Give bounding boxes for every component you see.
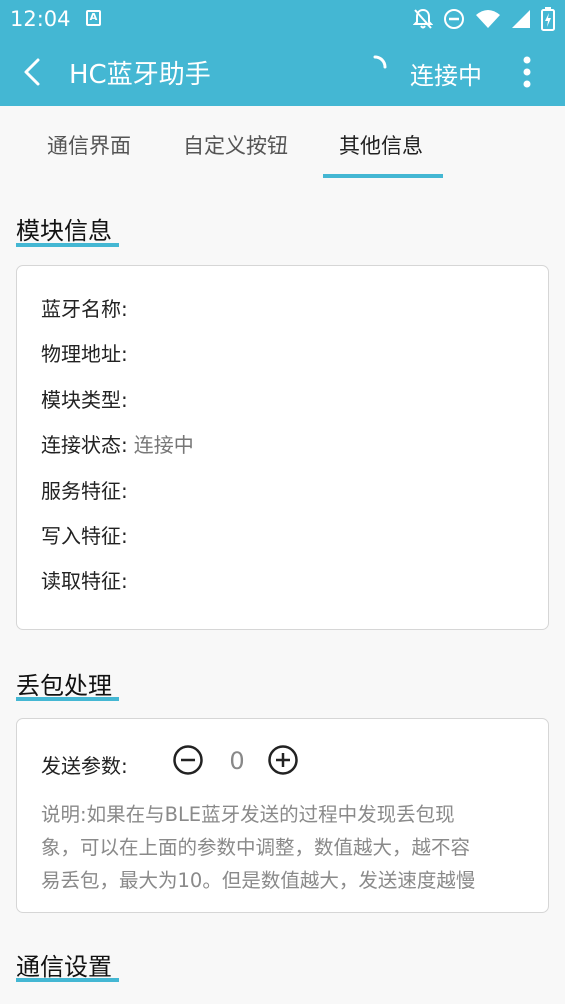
more-vertical-icon [523, 56, 531, 88]
info-label: 物理地址: [41, 342, 128, 366]
comm-settings-underline [16, 978, 119, 982]
minus-circle-icon [173, 745, 203, 775]
app-title: HC蓝牙助手 [69, 60, 211, 90]
info-row-service-characteristic: 服务特征: [41, 475, 134, 504]
app-bar: HC蓝牙助手 连接中 [0, 38, 565, 106]
info-row-connection-state: 连接状态: 连接中 [41, 429, 194, 458]
module-info-underline [16, 243, 119, 247]
note-line: 象，可以在上面的参数中调整，数值越大，越不容 [41, 836, 471, 859]
send-param-value: 0 [229, 747, 245, 775]
packet-loss-title: 丢包处理 [16, 672, 112, 700]
info-label: 写入特征: [41, 524, 128, 548]
overflow-menu-button[interactable] [515, 52, 539, 92]
info-label: 蓝牙名称: [41, 297, 128, 321]
info-label: 服务特征: [41, 479, 128, 503]
info-row-read-characteristic: 读取特征: [41, 565, 134, 594]
tab-custom-buttons[interactable]: 自定义按钮 [183, 130, 288, 160]
back-button[interactable] [14, 52, 54, 92]
info-label: 连接状态: [41, 433, 128, 457]
notifications-off-icon [413, 8, 433, 29]
status-time: 12:04 [10, 7, 71, 31]
tab-bar: 通信界面 自定义按钮 其他信息 [0, 106, 565, 180]
app-notification-icon: A [86, 10, 101, 26]
loading-spinner-icon [373, 55, 387, 69]
note-line: 易丢包，最大为10。但是数值越大，发送速度越慢 [41, 869, 476, 892]
back-arrow-icon [24, 58, 40, 86]
comm-settings-title: 通信设置 [16, 953, 112, 981]
status-bar: 12:04 A [0, 0, 565, 38]
packet-loss-card: 发送参数: 0 说明:如果在与BLE蓝牙发送的过程中发现丢包现 象，可以在上面的… [16, 718, 549, 913]
increment-button[interactable] [267, 744, 299, 776]
info-label: 模块类型: [41, 388, 128, 412]
cellular-signal-icon [512, 10, 530, 28]
send-param-label: 发送参数: [41, 754, 128, 778]
note-line: 说明:如果在与BLE蓝牙发送的过程中发现丢包现 [41, 803, 455, 826]
decrement-button[interactable] [172, 744, 204, 776]
tab-other-info[interactable]: 其他信息 [339, 130, 423, 160]
packet-loss-underline [16, 697, 119, 701]
connection-status[interactable]: 连接中 [410, 56, 482, 91]
info-row-write-characteristic: 写入特征: [41, 520, 134, 549]
info-row-physical-address: 物理地址: [41, 338, 134, 367]
battery-charging-icon [541, 7, 555, 31]
wifi-icon [476, 10, 500, 28]
do-not-disturb-icon [444, 9, 464, 29]
tab-communication[interactable]: 通信界面 [47, 130, 131, 160]
plus-circle-icon [268, 745, 298, 775]
module-info-title: 模块信息 [16, 217, 112, 245]
info-row-module-type: 模块类型: [41, 384, 134, 413]
active-tab-indicator [323, 174, 443, 178]
info-label: 读取特征: [41, 569, 128, 593]
module-info-card: 蓝牙名称: 物理地址: 模块类型: 连接状态: 连接中 服务特征: 写入特征: 读… [16, 265, 549, 630]
info-value: 连接中 [133, 433, 194, 457]
info-row-bluetooth-name: 蓝牙名称: [41, 293, 134, 322]
